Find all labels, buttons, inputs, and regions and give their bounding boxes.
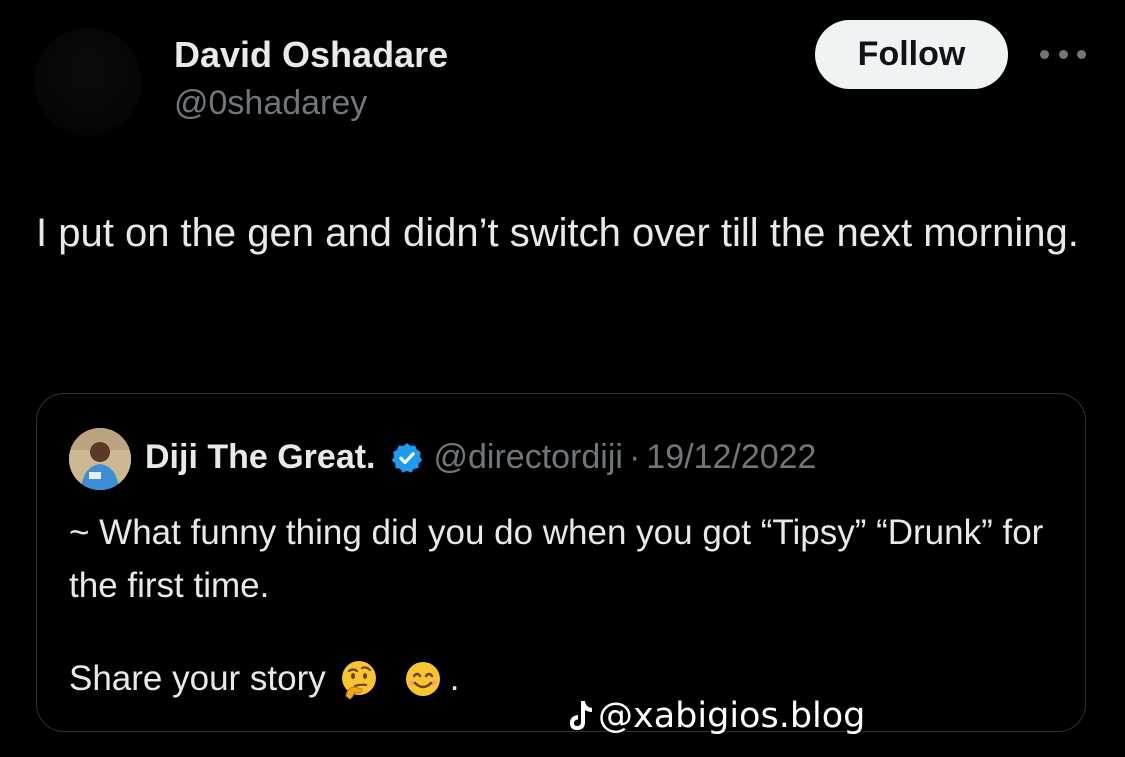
watermark-text: @xabigios.blog <box>598 696 866 736</box>
quoted-tweet-date[interactable]: 19/12/2022 <box>646 438 816 477</box>
separator-dot: · <box>628 438 641 476</box>
author-handle[interactable]: @0shadarey <box>174 84 367 123</box>
quoted-tweet-card[interactable]: Diji The Great. @directordiji · 19/12/20… <box>36 393 1086 732</box>
quoted-tweet-share-line: Share your story . <box>69 652 460 705</box>
quoted-tweet-header: Diji The Great. @directordiji · 19/12/20… <box>145 438 816 477</box>
share-period: . <box>449 659 460 698</box>
author-name[interactable]: David Oshadare <box>174 34 448 76</box>
tweet-page: David Oshadare @0shadarey Follow I put o… <box>0 0 1125 757</box>
author-avatar[interactable] <box>34 28 142 136</box>
quoted-author-avatar[interactable] <box>69 428 131 490</box>
more-horizontal-icon[interactable] <box>1040 46 1086 62</box>
quoted-author-handle[interactable]: @directordiji <box>434 438 623 477</box>
quoted-author-name[interactable]: Diji The Great. <box>145 438 376 477</box>
tweet-text: I put on the gen and didn’t switch over … <box>36 211 1079 255</box>
verified-badge-icon <box>391 442 422 473</box>
tiktok-icon <box>570 701 592 730</box>
thinking-face-emoji <box>341 660 376 700</box>
share-story-text: Share your story <box>69 659 326 698</box>
watermark: @xabigios.blog <box>566 696 865 736</box>
quoted-tweet-text: ~ What funny thing did you do when you g… <box>69 513 1044 605</box>
follow-button[interactable]: Follow <box>815 20 1008 89</box>
smiling-face-emoji <box>405 661 440 696</box>
